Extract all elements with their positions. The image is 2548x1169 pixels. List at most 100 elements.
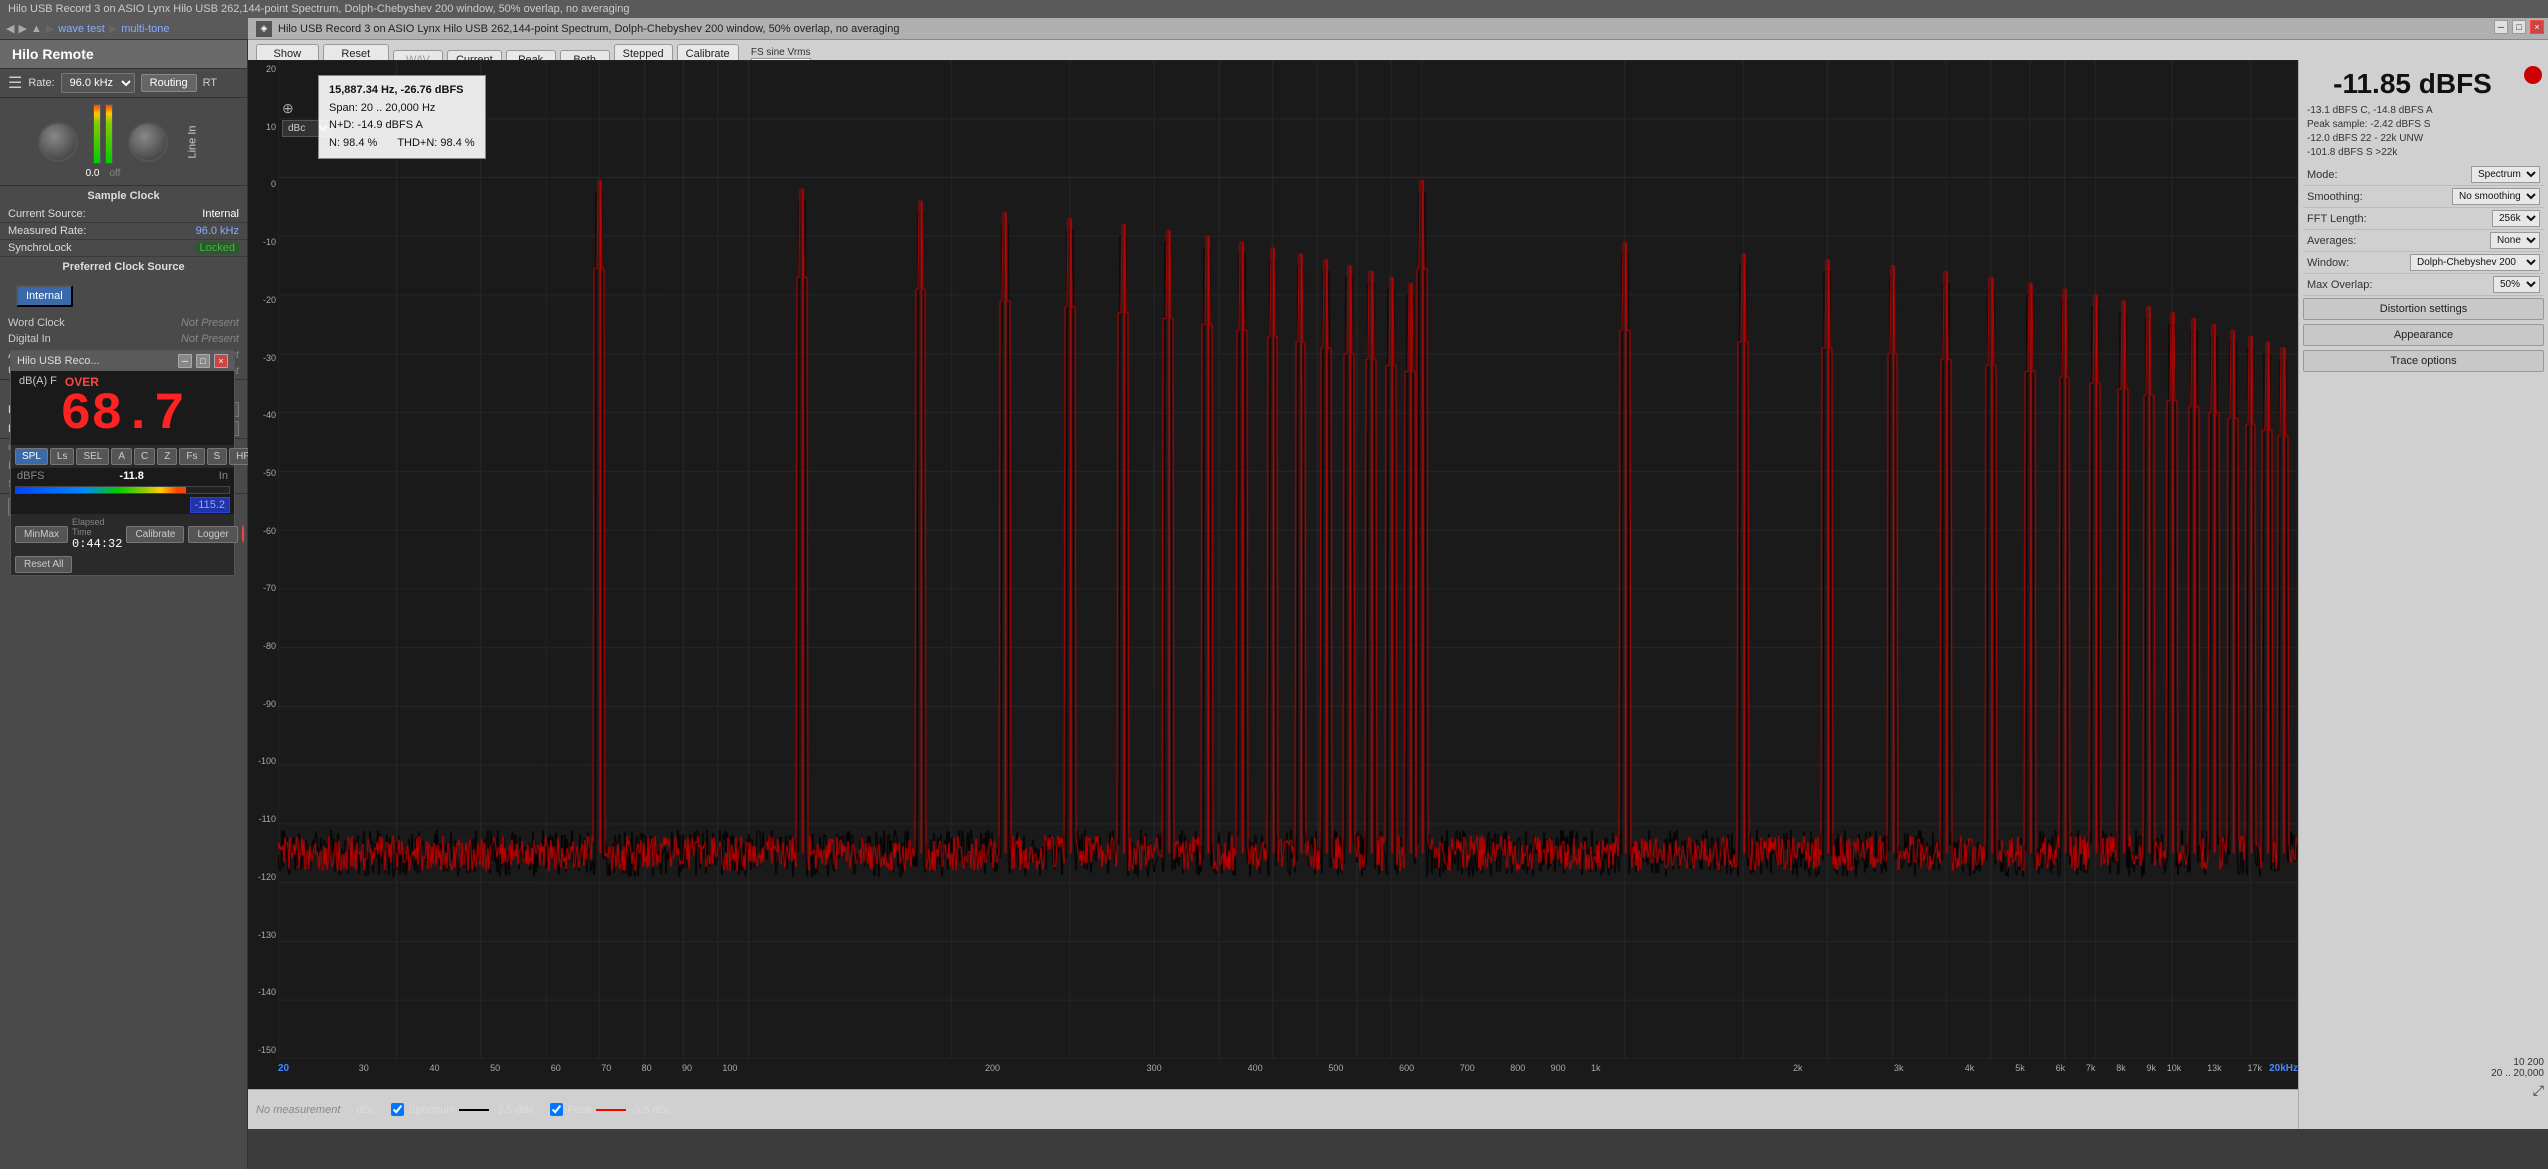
mode-row: Mode: Spectrum [2303, 164, 2544, 186]
minmax-btn[interactable]: MinMax [15, 526, 68, 543]
ls-btn[interactable]: Ls [50, 448, 75, 465]
routing-btn[interactable]: Routing [141, 74, 197, 92]
big-dbfs: -11.85 dBFS [2303, 64, 2522, 104]
sub-info-1: -13.1 dBFS C, -14.8 dBFS A [2307, 104, 2540, 118]
x-600: 600 [1399, 1063, 1414, 1073]
hamburger-icon[interactable]: ☰ [8, 73, 22, 93]
x-20khz: 20kHz [2269, 1063, 2298, 1074]
x-6k: 6k [2056, 1063, 2066, 1073]
vu-restore-btn[interactable]: □ [196, 354, 210, 368]
x-40: 40 [430, 1063, 440, 1073]
y-0: 0 [250, 179, 276, 189]
vu-value-box: -115.2 [190, 497, 230, 513]
distortion-settings-btn[interactable]: Distortion settings [2303, 298, 2544, 320]
y--40: -40 [250, 410, 276, 420]
s-btn[interactable]: S [207, 448, 228, 465]
x-3k: 3k [1894, 1063, 1904, 1073]
fft-length-select[interactable]: 256k [2492, 210, 2540, 227]
digital-in-name: Digital In [8, 333, 51, 345]
internal-btn[interactable]: Internal [16, 285, 73, 307]
nav-forward[interactable]: ▶ [18, 22, 26, 35]
elapsed-value: 0:44:32 [72, 537, 122, 551]
spl-btn[interactable]: SPL [15, 448, 48, 465]
vu-bottom-row: MinMax Elapsed Time 0:44:32 Calibrate Lo… [11, 514, 234, 554]
nav-up[interactable]: ▲ [31, 23, 42, 35]
x-9k: 9k [2147, 1063, 2157, 1073]
y--10: -10 [250, 237, 276, 247]
spectrum-legend-label: Spectrum [408, 1104, 455, 1116]
level-off-label: off [109, 168, 120, 179]
appearance-btn[interactable]: Appearance [2303, 324, 2544, 346]
vu-bar-fill [16, 487, 186, 493]
y--90: -90 [250, 699, 276, 709]
smoothing-select[interactable]: No smoothing [2452, 188, 2540, 205]
y--50: -50 [250, 468, 276, 478]
spectrum-area: dBc 20 10 0 -10 -20 -30 -40 -50 -60 -70 … [248, 60, 2298, 1089]
y--130: -130 [250, 930, 276, 940]
nav-path2[interactable]: multi-tone [121, 23, 169, 35]
x-700: 700 [1460, 1063, 1475, 1073]
window-title: Hilo USB Record 3 on ASIO Lynx Hilo USB … [8, 3, 629, 15]
max-overlap-select[interactable]: 50% [2493, 276, 2540, 293]
spectrum-legend-line [459, 1109, 489, 1111]
a-btn[interactable]: A [111, 448, 132, 465]
y--30: -30 [250, 353, 276, 363]
vu-close-btn[interactable]: × [214, 354, 228, 368]
crosshair-icon: ⊕ [282, 100, 294, 117]
calibrate-btn[interactable]: Calibrate [126, 526, 184, 543]
window-label: Window: [2307, 257, 2349, 269]
spectrum-title-text: Hilo USB Record 3 on ASIO Lynx Hilo USB … [278, 23, 899, 35]
rt-label: RT [203, 77, 217, 89]
y--120: -120 [250, 872, 276, 882]
peak-legend: Peak -3.5 dBc [550, 1103, 671, 1116]
x-17k: 17k [2248, 1063, 2263, 1073]
knob-2[interactable] [128, 122, 168, 162]
vu-minimize-btn[interactable]: ─ [178, 354, 192, 368]
rate-row: ☰ Rate: 96.0 kHz Routing RT [0, 69, 247, 98]
record-btn[interactable] [242, 525, 244, 543]
reset-all-btn[interactable]: Reset All [15, 556, 72, 573]
window-select[interactable]: Dolph-Chebyshev 200 [2410, 254, 2540, 271]
logger-btn[interactable]: Logger [188, 526, 237, 543]
mini-range-2: 20 .. 20,000 [2491, 1068, 2544, 1079]
x-300: 300 [1147, 1063, 1162, 1073]
averages-row: Averages: None [2303, 230, 2544, 252]
measured-rate-row: Measured Rate: 96.0 kHz [0, 223, 247, 240]
knob-1[interactable] [38, 122, 78, 162]
measured-rate-label: Measured Rate: [8, 225, 86, 237]
spectrum-db-value: -3.5 dBc [493, 1104, 534, 1116]
vu-display: dB(A) F OVER 68.7 [11, 371, 234, 445]
word-clock-item: Word Clock Not Present [0, 315, 247, 331]
mode-label: Mode: [2307, 169, 2338, 181]
spectrum-checkbox[interactable] [391, 1103, 404, 1116]
sel-btn[interactable]: SEL [76, 448, 109, 465]
trace-options-btn[interactable]: Trace options [2303, 350, 2544, 372]
minimize-btn[interactable]: ─ [2494, 20, 2508, 34]
current-source-value: Internal [202, 208, 239, 220]
rate-select[interactable]: 96.0 kHz [61, 73, 135, 93]
bottom-dbc-label: dBc [356, 1104, 375, 1116]
y--150: -150 [250, 1045, 276, 1055]
maximize-btn[interactable]: □ [2512, 20, 2526, 34]
peak-legend-label: Peak [567, 1104, 592, 1116]
vu-mode-text: dB(A) F [19, 375, 57, 389]
y--100: -100 [250, 756, 276, 766]
mode-select[interactable]: Spectrum [2471, 166, 2540, 183]
spectrum-legend: Spectrum -3.5 dBc [391, 1103, 534, 1116]
nav-path1[interactable]: wave test [58, 23, 104, 35]
x-2k: 2k [1793, 1063, 1803, 1073]
peak-checkbox[interactable] [550, 1103, 563, 1116]
c-btn[interactable]: C [134, 448, 155, 465]
x-20: 20 [278, 1063, 289, 1074]
fs-vrms-label: FS sine Vrms [751, 47, 811, 58]
zoom-icon[interactable]: ⤢ [2533, 1082, 2544, 1098]
max-overlap-label: Max Overlap: [2307, 279, 2372, 291]
averages-select[interactable]: None [2490, 232, 2540, 249]
peak-legend-line [596, 1109, 626, 1111]
close-btn[interactable]: × [2530, 20, 2544, 34]
z-btn[interactable]: Z [157, 448, 177, 465]
vu-buttons-row: SPL Ls SEL A C Z Fs S HP [11, 445, 234, 468]
nav-back[interactable]: ◀ [6, 22, 14, 35]
level-value-l: 0.0 [86, 168, 100, 179]
fs-btn[interactable]: Fs [179, 448, 204, 465]
